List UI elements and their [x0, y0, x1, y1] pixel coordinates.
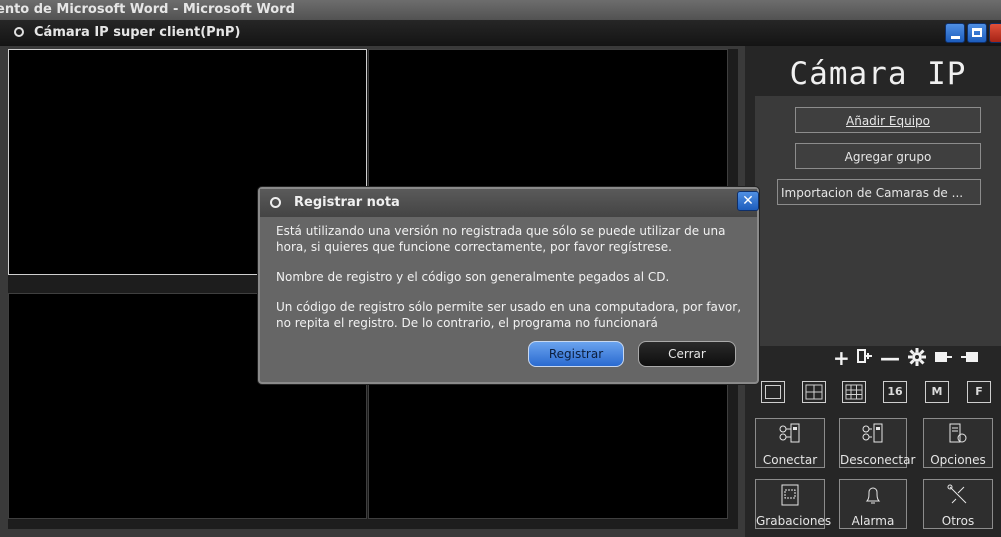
- register-button[interactable]: Registrar: [528, 341, 624, 367]
- side-panel: Cámara IP Añadir Equipo Agregar grupo Im…: [745, 46, 1001, 537]
- device-actions: Añadir Equipo Agregar grupo Importacion …: [755, 96, 1001, 346]
- alarm-label: Alarma: [851, 514, 895, 528]
- dialog-titlebar[interactable]: Registrar nota ✕: [260, 189, 759, 217]
- disconnect-icon: [840, 422, 906, 451]
- options-icon: [924, 422, 992, 451]
- window-controls: [945, 23, 1001, 43]
- options-button[interactable]: Opciones: [923, 418, 993, 468]
- layout-4-icon[interactable]: [802, 381, 826, 403]
- add-group-button[interactable]: Agregar grupo: [795, 143, 981, 169]
- register-dialog: Registrar nota ✕ Está utilizando una ver…: [258, 187, 759, 384]
- recordings-button[interactable]: Grabaciones: [755, 479, 832, 529]
- import-icon[interactable]: [960, 347, 980, 371]
- layout-m-icon[interactable]: M: [925, 381, 949, 403]
- layout-selector: 16 M F: [755, 381, 1001, 406]
- bell-icon: [840, 483, 906, 512]
- layout-16-icon[interactable]: 16: [883, 381, 907, 403]
- dialog-close-icon[interactable]: ✕: [737, 191, 759, 211]
- others-button[interactable]: Otros: [923, 479, 993, 529]
- minimize-button[interactable]: [945, 23, 965, 43]
- connect-icon: [756, 422, 824, 451]
- background-window-title: ento de Microsoft Word - Microsoft Word: [0, 2, 295, 17]
- remove-icon[interactable]: —: [880, 347, 900, 369]
- disconnect-label: Desconectar: [840, 453, 916, 467]
- dialog-paragraph: Está utilizando una versión no registrad…: [276, 224, 726, 254]
- app-title: Cámara IP super client(PnP): [34, 25, 241, 40]
- layout-9-icon[interactable]: [842, 381, 866, 403]
- background-window-titlebar: ento de Microsoft Word - Microsoft Word: [0, 0, 1001, 20]
- dialog-paragraph: Un código de registro sólo permite ser u…: [276, 300, 742, 330]
- maximize-button[interactable]: [967, 23, 987, 43]
- add-icon[interactable]: +: [833, 347, 850, 369]
- dialog-message: Está utilizando una versión no registrad…: [276, 223, 746, 345]
- app-icon: [14, 27, 24, 37]
- connect-button[interactable]: Conectar: [755, 418, 825, 468]
- add-device-button[interactable]: Añadir Equipo: [795, 107, 981, 133]
- tools-icon: [924, 483, 992, 512]
- layout-f-icon[interactable]: F: [967, 381, 991, 403]
- options-label: Opciones: [930, 453, 986, 467]
- connect-label: Conectar: [762, 453, 818, 467]
- layout-1-icon[interactable]: [761, 381, 785, 403]
- dialog-paragraph: Nombre de registro y el código son gener…: [276, 270, 670, 284]
- alarm-button[interactable]: Alarma: [839, 479, 907, 529]
- import-cameras-button[interactable]: Importacion de Camaras de ...: [777, 179, 981, 205]
- settings-icon[interactable]: [907, 347, 927, 371]
- export-icon[interactable]: [933, 347, 953, 371]
- recordings-icon: [756, 483, 824, 512]
- dialog-app-icon: [270, 197, 281, 208]
- close-button[interactable]: [989, 23, 1001, 43]
- recordings-label: Grabaciones: [756, 514, 832, 528]
- device-icon[interactable]: [855, 347, 875, 373]
- close-dialog-button[interactable]: Cerrar: [638, 341, 736, 367]
- device-toolbar: + —: [755, 346, 1001, 372]
- app-titlebar[interactable]: Cámara IP super client(PnP): [0, 20, 1001, 46]
- disconnect-button[interactable]: Desconectar: [839, 418, 916, 468]
- panel-title: Cámara IP: [789, 56, 967, 92]
- dialog-title: Registrar nota: [294, 195, 400, 210]
- others-label: Otros: [941, 514, 975, 528]
